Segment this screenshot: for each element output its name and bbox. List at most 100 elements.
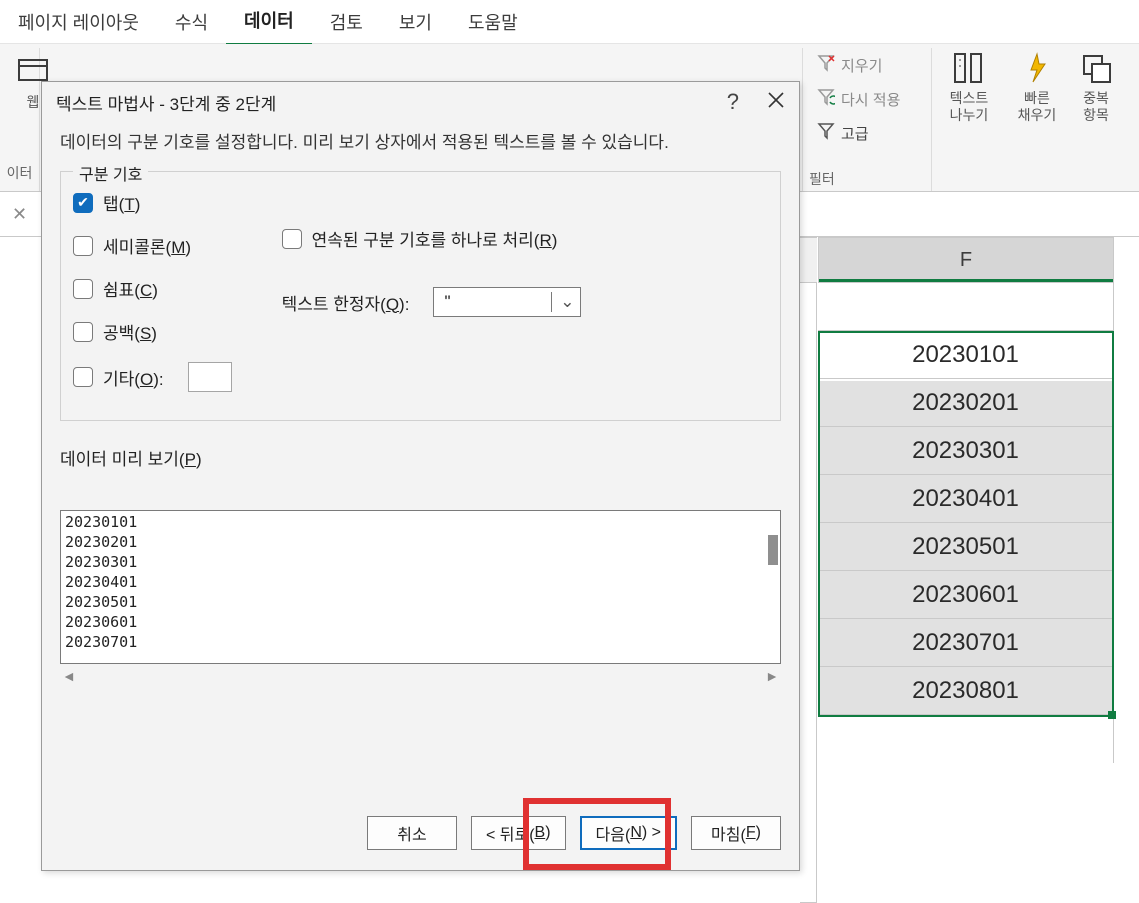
delimiter-legend: 구분 기호 [73,161,148,185]
delimiter-other-input[interactable] [188,362,232,392]
flash-fill-button[interactable]: 빠른 채우기 [1008,50,1066,123]
preview-row: 20230401 [65,573,776,593]
text-wizard-dialog: 텍스트 마법사 - 3단계 중 2단계 ? 데이터의 구분 기호를 설정합니다.… [41,81,800,871]
ribbon-group-data-tools: 텍스트 나누기 빠른 채우기 중복 항목 [932,48,1124,191]
tab-page-layout[interactable]: 페이지 레이아웃 [0,0,157,45]
dialog-body: 데이터의 구분 기호를 설정합니다. 미리 보기 상자에서 적용된 텍스트를 볼… [42,122,799,806]
flash-fill-icon [1019,50,1055,90]
cell-value[interactable]: 20230701 [818,619,1114,667]
preview-row: 20230201 [65,533,776,553]
preview-box[interactable]: 20230101 20230201 20230301 20230401 2023… [60,510,781,664]
cancel-input-icon[interactable]: ✕ [6,204,33,225]
scroll-right-icon[interactable]: ► [765,668,779,684]
delimiter-other-checkbox[interactable]: 기타(O): [73,362,232,392]
delimiter-comma-checkbox[interactable]: 쉼표(C) [73,276,232,301]
consecutive-delimiter-label: 연속된 구분 기호를 하나로 처리(R) [312,226,558,251]
checkbox-icon [282,229,302,249]
dialog-titlebar[interactable]: 텍스트 마법사 - 3단계 중 2단계 ? [42,82,799,122]
dialog-close-button[interactable] [767,89,785,115]
from-web-label: 웹 [27,94,40,111]
cell-value[interactable]: 20230601 [818,571,1114,619]
remove-duplicates-label-2: 항목 [1083,107,1109,124]
preview-rows: 20230101 20230201 20230301 20230401 2023… [65,513,776,653]
delimiter-semicolon-label: 세미콜론(M) [103,233,191,258]
reapply-filter-icon [817,88,835,110]
cell-value[interactable]: 20230301 [818,427,1114,475]
text-to-columns-icon [951,50,987,90]
reapply-filter-label: 다시 적용 [841,89,900,110]
column-f-cells: 20230101 20230201 20230301 20230401 2023… [818,283,1114,763]
flash-fill-label-1: 빠른 [1024,90,1050,107]
cell-value[interactable]: 20230801 [818,667,1114,715]
cell-empty[interactable] [818,715,1114,763]
preview-label: 데이터 미리 보기(P) [60,445,781,470]
cell-value[interactable]: 20230401 [818,475,1114,523]
dialog-description: 데이터의 구분 기호를 설정합니다. 미리 보기 상자에서 적용된 텍스트를 볼… [60,128,781,153]
delimiter-groupbox: 구분 기호 탭(T) 세미콜론(M) 쉼표(C) [60,171,781,421]
preview-horizontal-scrollbar[interactable]: ◄ ► [60,668,781,684]
delimiter-comma-label: 쉼표(C) [103,276,158,301]
dialog-help-button[interactable]: ? [727,89,739,115]
delimiter-tab-label: 탭(T) [103,190,140,215]
text-qualifier-value: " [444,292,450,312]
delimiter-other-label: 기타(O): [103,365,164,390]
consecutive-delimiter-checkbox[interactable]: 연속된 구분 기호를 하나로 처리(R) [282,226,582,251]
column-e-strip [800,283,817,903]
scroll-left-icon[interactable]: ◄ [62,668,76,684]
cell-f-active[interactable]: 20230101 [818,331,1114,379]
remove-duplicates-label-1: 중복 [1083,90,1109,107]
tab-view[interactable]: 보기 [381,0,450,45]
text-to-columns-label-2: 나누기 [950,107,989,124]
cell-f1[interactable] [818,283,1114,331]
text-qualifier-combo[interactable]: " ⌄ [433,287,581,317]
delimiter-tab-checkbox[interactable]: 탭(T) [73,190,232,215]
reapply-filter-button[interactable]: 다시 적용 [817,88,900,110]
ribbon-group-get-data-fragment: 웹 이터 [0,48,40,191]
app-viewport: 페이지 레이아웃 수식 데이터 검토 보기 도움말 웹 이터 [0,0,1139,903]
back-button[interactable]: < 뒤로(B) [471,816,566,850]
delimiter-options: 탭(T) 세미콜론(M) 쉼표(C) 공백(S) [73,190,232,392]
filter-group-label: 필터 [809,169,835,191]
preview-row: 20230101 [65,513,776,533]
checkbox-icon [73,322,93,342]
delimiter-semicolon-checkbox[interactable]: 세미콜론(M) [73,233,232,258]
column-header-f[interactable]: F [818,237,1114,283]
clear-filter-label: 지우기 [841,55,882,76]
checkbox-icon [73,279,93,299]
preview-row: 20230601 [65,613,776,633]
preview-vertical-scrollbar[interactable] [768,535,778,565]
delimiter-space-label: 공백(S) [103,319,157,344]
next-button[interactable]: 다음(N) > [580,816,677,850]
ribbon-group-label-data-fragment: 이터 [4,163,35,185]
text-to-columns-button[interactable]: 텍스트 나누기 [940,50,998,123]
cancel-button[interactable]: 취소 [367,816,457,850]
close-icon [767,91,785,109]
cell-value[interactable]: 20230201 [818,379,1114,427]
dialog-title: 텍스트 마법사 - 3단계 중 2단계 [56,90,276,115]
flash-fill-label-2: 채우기 [1018,107,1057,124]
advanced-filter-button[interactable]: 고급 [817,122,900,144]
checkbox-icon [73,236,93,256]
preview-row: 20230301 [65,553,776,573]
clear-filter-icon [817,54,835,76]
tab-review[interactable]: 검토 [312,0,381,45]
preview-row: 20230501 [65,593,776,613]
tab-help[interactable]: 도움말 [450,0,536,45]
clear-filter-button[interactable]: 지우기 [817,54,900,76]
checkbox-icon [73,367,93,387]
remove-duplicates-button[interactable]: 중복 항목 [1076,50,1116,123]
cell-value[interactable]: 20230501 [818,523,1114,571]
remove-duplicates-icon [1078,50,1114,90]
delimiter-space-checkbox[interactable]: 공백(S) [73,319,232,344]
finish-button[interactable]: 마침(F) [691,816,781,850]
tab-data[interactable]: 데이터 [226,0,312,46]
advanced-filter-label: 고급 [841,123,869,144]
tab-formulas[interactable]: 수식 [157,0,226,45]
ribbon-tabs: 페이지 레이아웃 수식 데이터 검토 보기 도움말 [0,0,1139,44]
dialog-button-row: 취소 < 뒤로(B) 다음(N) > 마침(F) [42,806,799,870]
checkbox-checked-icon [73,193,93,213]
text-to-columns-label-1: 텍스트 [950,90,989,107]
text-qualifier-label: 텍스트 한정자(Q): [282,290,410,315]
column-header-fragment [800,237,817,283]
advanced-filter-icon [817,122,835,144]
